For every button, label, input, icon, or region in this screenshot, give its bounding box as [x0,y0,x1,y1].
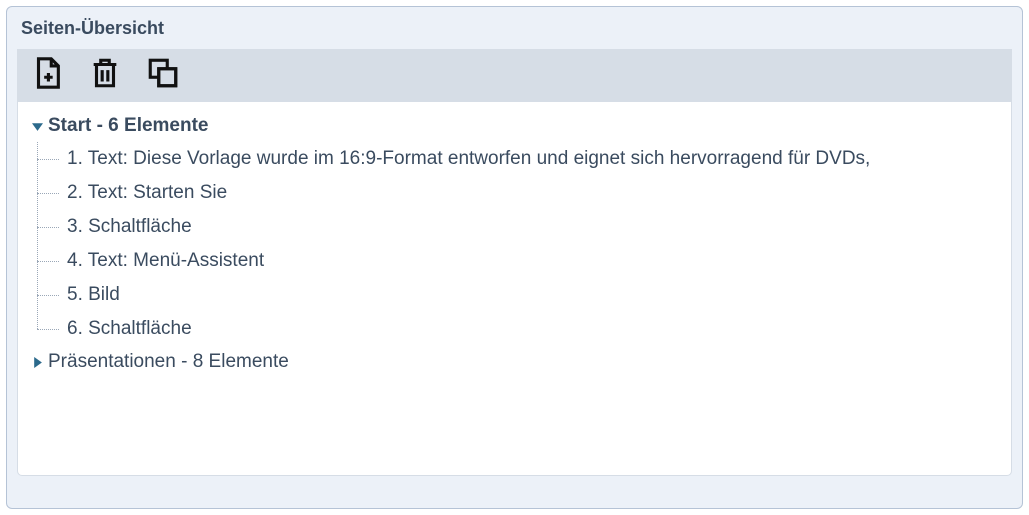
tree-item-label: 4. Text: Menü-Assistent [67,250,264,271]
panel-title: Seiten-Übersicht [7,7,1022,49]
tree-node-label: Start - 6 Elemente [48,115,209,137]
tree-item[interactable]: 5. Bild [37,278,1007,312]
copy-icon [146,56,180,95]
tree-item-label: 6. Schaltfläche [67,318,192,339]
toolbar [17,49,1012,101]
tree-item-label: 1. Text: Diese Vorlage wurde im 16:9-For… [67,148,870,169]
file-plus-icon [30,56,64,95]
tree-item-label: 2. Text: Starten Sie [67,182,227,203]
page-overview-panel: Seiten-Übersicht [6,6,1023,509]
tree-item-label: 5. Bild [67,284,120,305]
copy-button[interactable] [145,57,181,93]
tree-item[interactable]: 6. Schaltfläche [37,312,1007,346]
tree-node-label: Präsentationen - 8 Elemente [48,351,289,373]
chevron-right-icon[interactable] [30,355,44,369]
tree-node-presentations[interactable]: Präsentationen - 8 Elemente [22,346,1007,378]
tree-item-label: 3. Schaltfläche [67,216,192,237]
tree-node-start[interactable]: Start - 6 Elemente [22,110,1007,142]
tree-item[interactable]: 2. Text: Starten Sie [37,176,1007,210]
tree-item[interactable]: 3. Schaltfläche [37,210,1007,244]
tree-children-start: 1. Text: Diese Vorlage wurde im 16:9-For… [37,142,1007,346]
tree-item[interactable]: 4. Text: Menü-Assistent [37,244,1007,278]
chevron-down-icon[interactable] [30,119,44,133]
add-page-button[interactable] [29,57,65,93]
page-tree: Start - 6 Elemente 1. Text: Diese Vorlag… [17,101,1012,476]
delete-button[interactable] [87,57,123,93]
tree-item[interactable]: 1. Text: Diese Vorlage wurde im 16:9-For… [37,142,1007,176]
trash-icon [88,56,122,95]
